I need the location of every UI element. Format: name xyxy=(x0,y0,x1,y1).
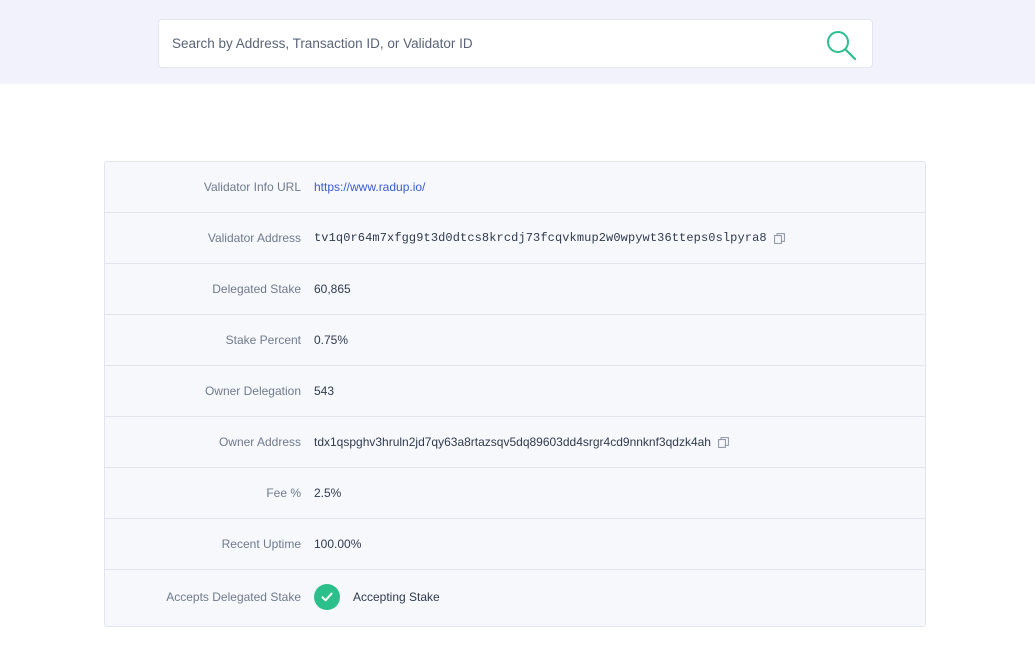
row-label: Validator Info URL xyxy=(203,180,301,194)
validator-address-value: tv1q0r64m7xfgg9t3d0dtcs8krcdj73fcqvkmup2… xyxy=(314,231,767,245)
row-value: tv1q0r64m7xfgg9t3d0dtcs8krcdj73fcqvkmup2… xyxy=(314,231,785,245)
validator-info-card: Validator Info URL https://www.radup.io/… xyxy=(104,161,926,627)
row-fee: Fee % 2.5% xyxy=(105,468,925,519)
copy-icon[interactable] xyxy=(773,232,785,244)
row-label: Accepts Delegated Stake xyxy=(166,590,301,604)
search-box xyxy=(158,19,873,68)
row-label: Fee % xyxy=(266,486,301,500)
search-icon xyxy=(827,31,857,61)
row-label: Validator Address xyxy=(207,231,301,245)
validator-info-url-link[interactable]: https://www.radup.io/ xyxy=(314,180,425,194)
row-label: Recent Uptime xyxy=(221,537,301,551)
owner-delegation-value: 543 xyxy=(314,384,335,398)
row-value: tdx1qspghv3hruln2jd7qy63a8rtazsqv5dq8960… xyxy=(314,435,729,449)
row-value: https://www.radup.io/ xyxy=(314,180,425,194)
delegated-stake-value: 60,865 xyxy=(314,282,351,296)
fee-value: 2.5% xyxy=(314,486,342,500)
owner-address-value: tdx1qspghv3hruln2jd7qy63a8rtazsqv5dq8960… xyxy=(314,435,711,449)
row-recent-uptime: Recent Uptime 100.00% xyxy=(105,519,925,570)
row-label: Stake Percent xyxy=(225,333,301,347)
row-stake-percent: Stake Percent 0.75% xyxy=(105,315,925,366)
row-accepts-delegated-stake: Accepts Delegated Stake Accepting Stake xyxy=(105,570,925,624)
row-label: Owner Address xyxy=(218,435,301,449)
row-owner-delegation: Owner Delegation 543 xyxy=(105,366,925,417)
row-label: Owner Delegation xyxy=(204,384,301,398)
accepting-stake-status: Accepting Stake xyxy=(353,590,440,604)
recent-uptime-value: 100.00% xyxy=(314,537,362,551)
search-button[interactable] xyxy=(823,27,859,63)
copy-icon[interactable] xyxy=(718,436,729,448)
row-value: Accepting Stake xyxy=(314,584,440,610)
search-band xyxy=(0,0,1035,84)
row-owner-address: Owner Address tdx1qspghv3hruln2jd7qy63a8… xyxy=(105,417,925,468)
row-delegated-stake: Delegated Stake 60,865 xyxy=(105,264,925,315)
row-label: Delegated Stake xyxy=(212,282,301,296)
row-validator-address: Validator Address tv1q0r64m7xfgg9t3d0dtc… xyxy=(105,213,925,264)
row-validator-info-url: Validator Info URL https://www.radup.io/ xyxy=(105,162,925,213)
stake-percent-value: 0.75% xyxy=(314,333,349,347)
search-input[interactable] xyxy=(159,20,809,67)
check-icon xyxy=(314,584,340,610)
